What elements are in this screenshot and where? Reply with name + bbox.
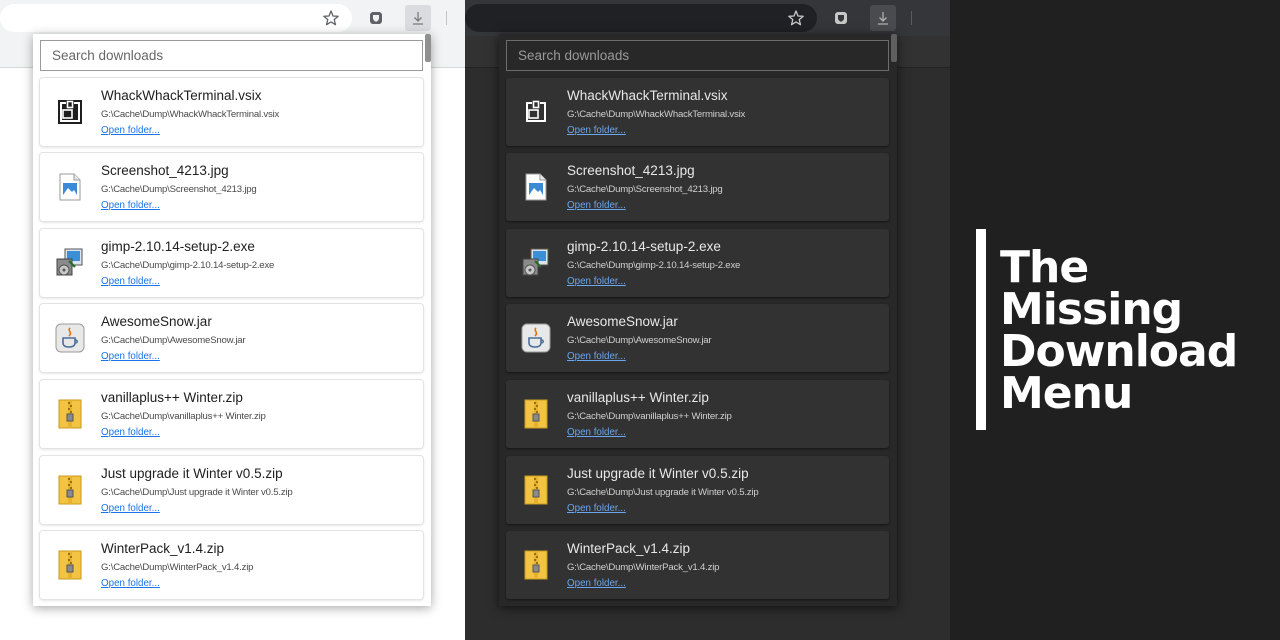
download-item[interactable]: WhackWhackTerminal.vsix G:\Cache\Dump\Wh… xyxy=(506,78,889,146)
image-file-icon xyxy=(53,170,87,204)
address-bar[interactable] xyxy=(0,4,352,32)
open-folder-link[interactable]: Open folder... xyxy=(567,276,626,287)
download-item[interactable]: WinterPack_v1.4.zip G:\Cache\Dump\Winter… xyxy=(506,531,889,599)
open-folder-link[interactable]: Open folder... xyxy=(567,427,626,438)
zip-archive-icon xyxy=(519,473,553,507)
vsix-package-icon xyxy=(53,95,87,129)
vsix-package-icon xyxy=(519,95,553,129)
zip-archive-icon xyxy=(53,473,87,507)
download-filename: Just upgrade it Winter v0.5.zip xyxy=(101,466,283,481)
panel-scrollbar[interactable] xyxy=(425,34,431,62)
download-path: G:\Cache\Dump\WinterPack_v1.4.zip xyxy=(101,562,254,573)
installer-exe-icon xyxy=(519,246,553,280)
download-filename: Just upgrade it Winter v0.5.zip xyxy=(567,466,749,481)
download-path: G:\Cache\Dump\gimp-2.10.14-setup-2.exe xyxy=(567,260,741,271)
download-item[interactable]: vanillaplus++ Winter.zip G:\Cache\Dump\v… xyxy=(40,380,423,448)
search-input[interactable]: Search downloads xyxy=(40,40,423,71)
open-folder-link[interactable]: Open folder... xyxy=(101,503,160,514)
java-jar-icon xyxy=(53,321,87,355)
download-item[interactable]: Screenshot_4213.jpg G:\Cache\Dump\Screen… xyxy=(506,153,889,221)
download-filename: WhackWhackTerminal.vsix xyxy=(101,88,262,103)
open-folder-link[interactable]: Open folder... xyxy=(101,125,160,136)
download-filename: WinterPack_v1.4.zip xyxy=(567,541,691,556)
download-item[interactable]: AwesomeSnow.jar G:\Cache\Dump\AwesomeSno… xyxy=(506,304,889,372)
download-item[interactable]: gimp-2.10.14-setup-2.exe G:\Cache\Dump\g… xyxy=(506,229,889,297)
dark-theme-pane: Search downloads WhackWhackTerminal.vsix… xyxy=(465,0,950,640)
installer-exe-icon xyxy=(53,246,87,280)
download-path: G:\Cache\Dump\WinterPack_v1.4.zip xyxy=(567,562,720,573)
download-path: G:\Cache\Dump\AwesomeSnow.jar xyxy=(101,335,246,346)
download-item[interactable]: gimp-2.10.14-setup-2.exe G:\Cache\Dump\g… xyxy=(40,229,423,297)
download-filename: vanillaplus++ Winter.zip xyxy=(101,390,243,405)
zip-archive-icon xyxy=(53,397,87,431)
java-jar-icon xyxy=(519,321,553,355)
downloads-panel: Search downloads WhackWhackTerminal.vsix… xyxy=(499,34,897,606)
download-filename: AwesomeSnow.jar xyxy=(567,314,678,329)
star-icon[interactable] xyxy=(318,5,344,31)
download-item[interactable]: Just upgrade it Winter v0.5.zip G:\Cache… xyxy=(506,456,889,524)
download-path: G:\Cache\Dump\vanillaplus++ Winter.zip xyxy=(567,411,732,422)
download-filename: gimp-2.10.14-setup-2.exe xyxy=(101,239,255,254)
download-path: G:\Cache\Dump\WhackWhackTerminal.vsix xyxy=(567,109,746,120)
download-arrow-icon[interactable] xyxy=(870,5,896,31)
open-folder-link[interactable]: Open folder... xyxy=(567,503,626,514)
download-item[interactable]: WhackWhackTerminal.vsix G:\Cache\Dump\Wh… xyxy=(40,78,423,146)
open-folder-link[interactable]: Open folder... xyxy=(101,578,160,589)
download-path: G:\Cache\Dump\gimp-2.10.14-setup-2.exe xyxy=(101,260,275,271)
download-filename: vanillaplus++ Winter.zip xyxy=(567,390,709,405)
download-filename: WinterPack_v1.4.zip xyxy=(101,541,225,556)
download-item[interactable]: AwesomeSnow.jar G:\Cache\Dump\AwesomeSno… xyxy=(40,304,423,372)
title-banner: The Missing Download Menu xyxy=(950,0,1280,640)
light-theme-pane: Search downloads WhackWhackTerminal.vsix… xyxy=(0,0,465,640)
download-item[interactable]: WinterPack_v1.4.zip G:\Cache\Dump\Winter… xyxy=(40,531,423,599)
browser-toolbar xyxy=(0,0,465,36)
banner-title: The Missing Download Menu xyxy=(1000,242,1270,419)
zip-archive-icon xyxy=(519,548,553,582)
download-path: G:\Cache\Dump\vanillaplus++ Winter.zip xyxy=(101,411,266,422)
address-bar[interactable] xyxy=(465,4,817,32)
panel-scrollbar[interactable] xyxy=(891,34,897,62)
downloads-panel: Search downloads WhackWhackTerminal.vsix… xyxy=(33,34,431,606)
banner-title-line: Download xyxy=(1000,326,1238,377)
open-folder-link[interactable]: Open folder... xyxy=(567,351,626,362)
banner-title-line: Menu xyxy=(1000,368,1133,419)
toolbar-separator xyxy=(911,11,912,25)
browser-toolbar xyxy=(465,0,950,36)
banner-title-line: Missing xyxy=(1000,284,1183,335)
zip-archive-icon xyxy=(53,548,87,582)
toolbar-separator xyxy=(446,11,447,25)
download-path: G:\Cache\Dump\Screenshot_4213.jpg xyxy=(567,184,723,195)
shield-extension-icon[interactable] xyxy=(828,5,854,31)
open-folder-link[interactable]: Open folder... xyxy=(567,578,626,589)
open-folder-link[interactable]: Open folder... xyxy=(567,125,626,136)
zip-archive-icon xyxy=(519,397,553,431)
shield-extension-icon[interactable] xyxy=(363,5,389,31)
download-arrow-icon[interactable] xyxy=(405,5,431,31)
download-filename: Screenshot_4213.jpg xyxy=(567,163,695,178)
download-filename: AwesomeSnow.jar xyxy=(101,314,212,329)
star-icon[interactable] xyxy=(783,5,809,31)
download-path: G:\Cache\Dump\AwesomeSnow.jar xyxy=(567,335,712,346)
download-item[interactable]: vanillaplus++ Winter.zip G:\Cache\Dump\v… xyxy=(506,380,889,448)
open-folder-link[interactable]: Open folder... xyxy=(101,276,160,287)
search-input[interactable]: Search downloads xyxy=(506,40,889,71)
download-filename: Screenshot_4213.jpg xyxy=(101,163,229,178)
download-path: G:\Cache\Dump\Just upgrade it Winter v0.… xyxy=(567,487,759,498)
open-folder-link[interactable]: Open folder... xyxy=(101,351,160,362)
download-item[interactable]: Screenshot_4213.jpg G:\Cache\Dump\Screen… xyxy=(40,153,423,221)
open-folder-link[interactable]: Open folder... xyxy=(567,200,626,211)
download-item[interactable]: Just upgrade it Winter v0.5.zip G:\Cache… xyxy=(40,456,423,524)
image-file-icon xyxy=(519,170,553,204)
accent-bar xyxy=(976,229,986,430)
download-filename: WhackWhackTerminal.vsix xyxy=(567,88,728,103)
download-path: G:\Cache\Dump\Screenshot_4213.jpg xyxy=(101,184,257,195)
open-folder-link[interactable]: Open folder... xyxy=(101,427,160,438)
open-folder-link[interactable]: Open folder... xyxy=(101,200,160,211)
download-filename: gimp-2.10.14-setup-2.exe xyxy=(567,239,721,254)
download-path: G:\Cache\Dump\Just upgrade it Winter v0.… xyxy=(101,487,293,498)
banner-title-line: The xyxy=(1000,242,1089,293)
download-path: G:\Cache\Dump\WhackWhackTerminal.vsix xyxy=(101,109,280,120)
